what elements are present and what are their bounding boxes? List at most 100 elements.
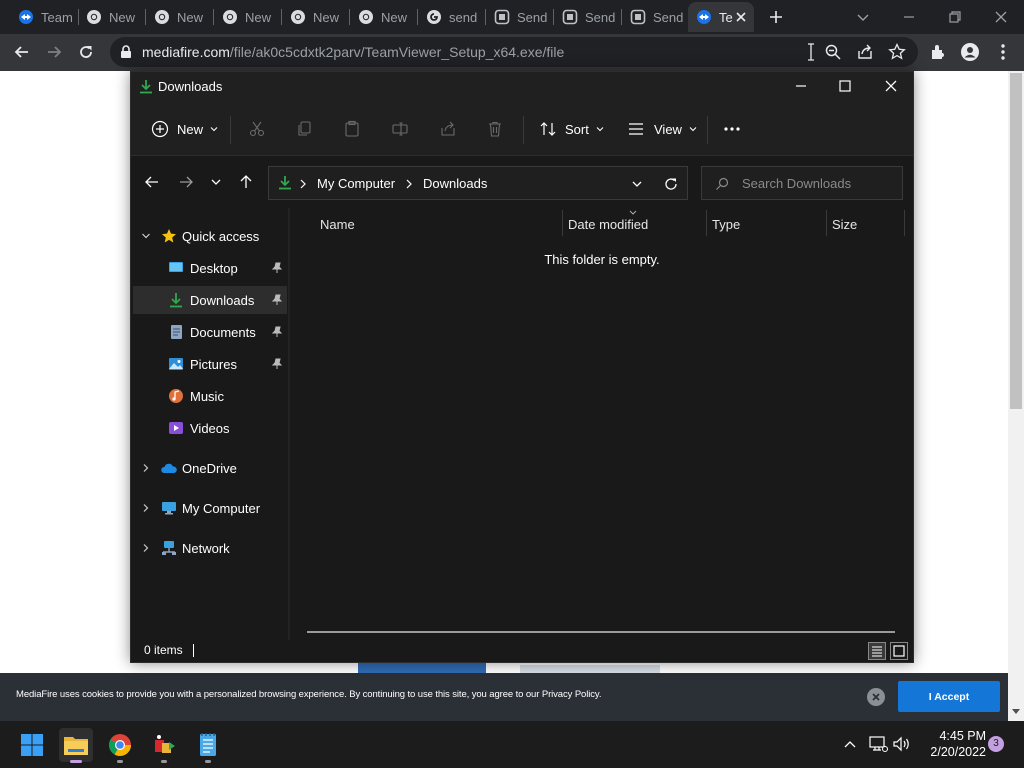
restore-icon[interactable]: [945, 7, 965, 27]
taskbar-app[interactable]: [147, 728, 181, 763]
chrome-icon: [87, 10, 101, 24]
start-button[interactable]: [15, 728, 49, 762]
refresh-icon[interactable]: [663, 176, 679, 192]
sidebar-item-pictures[interactable]: Pictures: [133, 350, 287, 378]
horizontal-scrollbar[interactable]: [307, 631, 895, 633]
profile-icon[interactable]: [960, 42, 980, 62]
downloads-icon: [140, 80, 152, 94]
tab-title: New: [177, 9, 204, 25]
cookie-close-button[interactable]: [867, 688, 885, 706]
cut-icon[interactable]: [248, 120, 266, 138]
chevron-right-icon[interactable]: [141, 503, 151, 513]
back-icon[interactable]: [12, 42, 32, 62]
page-scrollbar[interactable]: [1008, 71, 1024, 721]
close-window-icon[interactable]: [991, 7, 1011, 27]
menu-kebab-icon[interactable]: [993, 42, 1013, 62]
pane-splitter[interactable]: [288, 208, 290, 640]
sidebar-item-downloads[interactable]: Downloads: [133, 286, 287, 314]
sidebar-item-quick-access[interactable]: Quick access: [133, 222, 287, 250]
tab-title: send: [449, 9, 478, 25]
details-view-button[interactable]: [868, 642, 886, 660]
taskbar-file-explorer[interactable]: [59, 728, 93, 763]
column-header-type[interactable]: Type: [712, 217, 740, 232]
scrollbar-thumb[interactable]: [1010, 73, 1022, 409]
explorer-title-bar[interactable]: Downloads: [131, 72, 913, 102]
address-bar[interactable]: mediafire.com/file/ak0c5cdxtk2parv/TeamV…: [110, 37, 918, 67]
reload-icon[interactable]: [76, 42, 96, 62]
videos-icon: [169, 422, 183, 434]
share-icon[interactable]: [856, 43, 874, 61]
column-header-date[interactable]: Date modified: [568, 217, 648, 232]
up-icon[interactable]: [238, 174, 254, 190]
app-icon: [155, 735, 175, 753]
bookmark-star-icon[interactable]: [888, 43, 906, 61]
browser-tab[interactable]: New: [214, 2, 278, 32]
taskbar-chrome[interactable]: [103, 728, 137, 763]
tab-search-icon[interactable]: [853, 7, 873, 27]
forward-icon[interactable]: [44, 42, 64, 62]
recent-locations-icon[interactable]: [210, 176, 222, 188]
close-icon[interactable]: [883, 78, 899, 94]
chevron-right-icon[interactable]: [141, 543, 151, 553]
taskbar-notepad[interactable]: [191, 728, 225, 763]
tab-title: New: [245, 9, 272, 25]
lock-icon[interactable]: [120, 45, 132, 59]
network-status-icon[interactable]: [868, 735, 888, 753]
browser-tab[interactable]: New: [350, 2, 414, 32]
sidebar-item-documents[interactable]: Documents: [133, 318, 287, 346]
extensions-icon[interactable]: [928, 42, 948, 62]
explorer-address-bar[interactable]: My Computer Downloads: [268, 166, 688, 200]
view-button[interactable]: View: [627, 119, 698, 139]
browser-tab[interactable]: Send: [554, 2, 618, 32]
address-dropdown-icon[interactable]: [631, 178, 643, 190]
paste-icon[interactable]: [343, 120, 361, 138]
breadcrumb-downloads[interactable]: Downloads: [423, 176, 487, 191]
sidebar-item-videos[interactable]: Videos: [133, 414, 287, 442]
browser-tab[interactable]: Send: [486, 2, 550, 32]
search-input[interactable]: Search Downloads: [701, 166, 903, 200]
google-icon: [427, 10, 441, 24]
chevron-up-icon[interactable]: [843, 738, 857, 750]
column-header-name[interactable]: Name: [320, 217, 355, 232]
browser-tab[interactable]: Team: [10, 2, 76, 32]
sidebar-item-onedrive[interactable]: OneDrive: [133, 454, 287, 482]
new-tab-icon[interactable]: [768, 9, 784, 25]
browser-tab[interactable]: send: [418, 2, 482, 32]
sidebar-item-my-computer[interactable]: My Computer: [133, 494, 287, 522]
browser-tab[interactable]: Send: [622, 2, 686, 32]
url-text: mediafire.com/file/ak0c5cdxtk2parv/TeamV…: [142, 44, 564, 60]
browser-tab[interactable]: New: [78, 2, 142, 32]
more-options-icon[interactable]: [723, 120, 741, 138]
system-clock[interactable]: 4:45 PM 2/20/2022: [914, 728, 986, 760]
zoom-icon[interactable]: [824, 43, 842, 61]
maximize-icon[interactable]: [837, 78, 853, 94]
browser-tab[interactable]: New: [282, 2, 346, 32]
tiles-view-button[interactable]: [890, 642, 908, 660]
sidebar-label: Desktop: [190, 260, 238, 276]
back-icon[interactable]: [144, 174, 160, 190]
notification-badge[interactable]: 3: [988, 736, 1004, 752]
column-header-size[interactable]: Size: [832, 217, 857, 232]
browser-tab-active[interactable]: Te: [688, 2, 754, 32]
close-tab-icon[interactable]: [734, 10, 748, 24]
minimize-icon[interactable]: [793, 78, 809, 94]
chevron-down-icon[interactable]: [141, 231, 151, 241]
new-button[interactable]: New: [151, 119, 219, 139]
breadcrumb-my-computer[interactable]: My Computer: [317, 176, 395, 191]
sidebar-item-music[interactable]: Music: [133, 382, 287, 410]
chevron-right-icon[interactable]: [141, 463, 151, 473]
volume-icon[interactable]: [892, 735, 912, 753]
share-icon[interactable]: [439, 120, 457, 138]
sort-button[interactable]: Sort: [539, 119, 605, 139]
browser-tab[interactable]: New: [146, 2, 210, 32]
view-label: View: [654, 121, 682, 137]
scroll-down-arrow-icon[interactable]: [1012, 707, 1020, 715]
copy-icon[interactable]: [296, 120, 314, 138]
cookie-accept-button[interactable]: I Accept: [898, 681, 1000, 712]
minimize-icon[interactable]: [899, 7, 919, 27]
forward-icon[interactable]: [178, 174, 194, 190]
delete-icon[interactable]: [486, 120, 504, 138]
sidebar-item-desktop[interactable]: Desktop: [133, 254, 287, 282]
sidebar-item-network[interactable]: Network: [133, 534, 287, 562]
rename-icon[interactable]: [391, 120, 409, 138]
